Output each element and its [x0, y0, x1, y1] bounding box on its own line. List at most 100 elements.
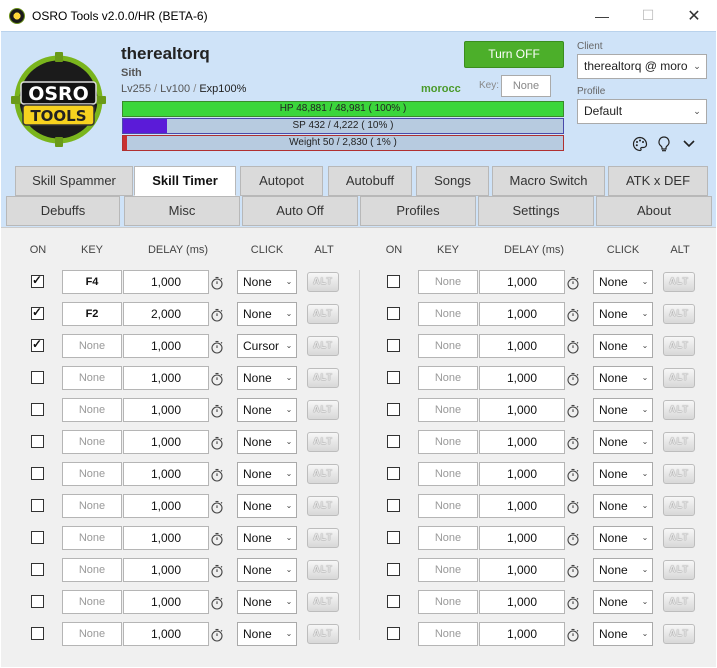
click-select[interactable]: None ⌄ — [237, 558, 297, 582]
enable-checkbox[interactable] — [31, 403, 44, 416]
alt-toggle-button[interactable]: ALT — [663, 528, 695, 548]
tab-skill-timer[interactable]: Skill Timer — [134, 166, 236, 196]
key-input[interactable]: None — [418, 494, 478, 518]
delay-input[interactable]: 1,000 — [479, 430, 565, 454]
alt-toggle-button[interactable]: ALT — [663, 272, 695, 292]
enable-checkbox[interactable] — [387, 563, 400, 576]
enable-checkbox[interactable] — [387, 531, 400, 544]
key-input[interactable]: None — [418, 590, 478, 614]
click-select[interactable]: None ⌄ — [593, 590, 653, 614]
alt-toggle-button[interactable]: ALT — [663, 304, 695, 324]
key-input[interactable]: None — [62, 398, 122, 422]
delay-input[interactable]: 1,000 — [479, 302, 565, 326]
enable-checkbox[interactable] — [31, 273, 44, 288]
minimize-button[interactable]: — — [579, 0, 625, 31]
tab-misc[interactable]: Misc — [124, 196, 240, 226]
alt-toggle-button[interactable]: ALT — [307, 400, 339, 420]
delay-input[interactable]: 1,000 — [479, 622, 565, 646]
key-input[interactable]: None — [418, 526, 478, 550]
key-input[interactable]: None — [62, 462, 122, 486]
delay-input[interactable]: 1,000 — [123, 526, 209, 550]
delay-input[interactable]: 1,000 — [123, 334, 209, 358]
click-select[interactable]: None ⌄ — [237, 430, 297, 454]
key-input[interactable]: None — [62, 558, 122, 582]
delay-input[interactable]: 1,000 — [479, 366, 565, 390]
enable-checkbox[interactable] — [31, 627, 44, 640]
alt-toggle-button[interactable]: ALT — [663, 496, 695, 516]
click-select[interactable]: None ⌄ — [593, 430, 653, 454]
tab-autobuff[interactable]: Autobuff — [328, 166, 412, 196]
alt-toggle-button[interactable]: ALT — [663, 400, 695, 420]
key-input[interactable]: None — [418, 558, 478, 582]
click-select[interactable]: None ⌄ — [593, 526, 653, 550]
click-select[interactable]: None ⌄ — [593, 558, 653, 582]
alt-toggle-button[interactable]: ALT — [307, 368, 339, 388]
client-select[interactable]: therealtorq @ morocc ⌄ — [577, 54, 707, 79]
alt-toggle-button[interactable]: ALT — [663, 624, 695, 644]
key-input[interactable]: None — [418, 622, 478, 646]
click-select[interactable]: None ⌄ — [237, 302, 297, 326]
enable-checkbox[interactable] — [31, 337, 44, 352]
delay-input[interactable]: 1,000 — [123, 494, 209, 518]
key-input[interactable]: None — [62, 494, 122, 518]
click-select[interactable]: None ⌄ — [593, 302, 653, 326]
delay-input[interactable]: 1,000 — [479, 494, 565, 518]
alt-toggle-button[interactable]: ALT — [307, 336, 339, 356]
click-select[interactable]: None ⌄ — [237, 526, 297, 550]
click-select[interactable]: None ⌄ — [593, 270, 653, 294]
alt-toggle-button[interactable]: ALT — [307, 304, 339, 324]
delay-input[interactable]: 1,000 — [123, 558, 209, 582]
click-select[interactable]: None ⌄ — [593, 462, 653, 486]
alt-toggle-button[interactable]: ALT — [663, 432, 695, 452]
delay-input[interactable]: 1,000 — [123, 462, 209, 486]
click-select[interactable]: None ⌄ — [237, 622, 297, 646]
enable-checkbox[interactable] — [387, 595, 400, 608]
tab-settings[interactable]: Settings — [478, 196, 594, 226]
delay-input[interactable]: 1,000 — [479, 462, 565, 486]
click-select[interactable]: None ⌄ — [593, 366, 653, 390]
key-input[interactable]: None — [418, 398, 478, 422]
click-select[interactable]: None ⌄ — [593, 398, 653, 422]
delay-input[interactable]: 1,000 — [123, 270, 209, 294]
tab-atk-x-def[interactable]: ATK x DEF — [608, 166, 708, 196]
enable-checkbox[interactable] — [31, 467, 44, 480]
enable-checkbox[interactable] — [31, 563, 44, 576]
alt-toggle-button[interactable]: ALT — [307, 528, 339, 548]
click-select[interactable]: Cursor ⌄ — [237, 334, 297, 358]
tab-debuffs[interactable]: Debuffs — [6, 196, 120, 226]
delay-input[interactable]: 1,000 — [123, 590, 209, 614]
close-button[interactable]: ✕ — [671, 0, 717, 31]
delay-input[interactable]: 1,000 — [123, 366, 209, 390]
delay-input[interactable]: 1,000 — [123, 430, 209, 454]
tab-songs[interactable]: Songs — [416, 166, 489, 196]
tab-macro-switch[interactable]: Macro Switch — [492, 166, 605, 196]
click-select[interactable]: None ⌄ — [593, 334, 653, 358]
alt-toggle-button[interactable]: ALT — [307, 560, 339, 580]
click-select[interactable]: None ⌄ — [237, 590, 297, 614]
enable-checkbox[interactable] — [31, 595, 44, 608]
click-select[interactable]: None ⌄ — [237, 398, 297, 422]
toggle-key-input[interactable]: None — [501, 75, 551, 97]
alt-toggle-button[interactable]: ALT — [663, 560, 695, 580]
key-input[interactable]: None — [418, 302, 478, 326]
click-select[interactable]: None ⌄ — [593, 494, 653, 518]
tab-about[interactable]: About — [596, 196, 712, 226]
key-input[interactable]: F2 — [62, 302, 122, 326]
profile-select[interactable]: Default ⌄ — [577, 99, 707, 124]
key-input[interactable]: None — [418, 270, 478, 294]
key-input[interactable]: None — [418, 430, 478, 454]
delay-input[interactable]: 1,000 — [479, 590, 565, 614]
tab-skill-spammer[interactable]: Skill Spammer — [15, 166, 133, 196]
key-input[interactable]: None — [418, 462, 478, 486]
alt-toggle-button[interactable]: ALT — [663, 336, 695, 356]
key-input[interactable]: None — [62, 526, 122, 550]
delay-input[interactable]: 1,000 — [479, 334, 565, 358]
tab-auto-off[interactable]: Auto Off — [242, 196, 358, 226]
turn-off-button[interactable]: Turn OFF — [464, 41, 564, 68]
alt-toggle-button[interactable]: ALT — [663, 368, 695, 388]
enable-checkbox[interactable] — [31, 305, 44, 320]
key-input[interactable]: None — [62, 334, 122, 358]
click-select[interactable]: None ⌄ — [237, 494, 297, 518]
delay-input[interactable]: 1,000 — [479, 558, 565, 582]
alt-toggle-button[interactable]: ALT — [307, 464, 339, 484]
